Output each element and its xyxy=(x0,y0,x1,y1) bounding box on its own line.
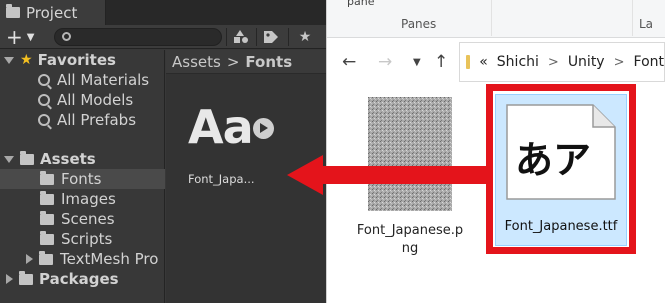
search-icon xyxy=(38,114,50,126)
expand-arrow-icon[interactable] xyxy=(6,274,13,284)
forward-arrow-icon[interactable]: → xyxy=(378,52,392,72)
folder-icon xyxy=(466,55,471,69)
packages-label: Packages xyxy=(39,270,119,288)
play-icon[interactable] xyxy=(253,118,274,139)
tab-project-label: Project xyxy=(26,3,78,22)
breadcrumb-separator: > xyxy=(226,52,240,71)
folder-icon xyxy=(40,210,54,225)
tree-item-label: Scenes xyxy=(61,210,115,228)
tree-favorite-item[interactable]: All Materials xyxy=(0,70,165,90)
up-arrow-icon[interactable]: ↑ xyxy=(434,52,448,72)
tree-item-scripts[interactable]: Scripts xyxy=(0,229,165,249)
tree-item-label: Fonts xyxy=(61,170,102,188)
folder-icon xyxy=(19,270,33,285)
folder-icon xyxy=(40,230,54,245)
star-icon: ★ xyxy=(20,52,33,68)
ribbon-group-label: Panes xyxy=(401,17,437,31)
expand-arrow-icon[interactable] xyxy=(4,56,14,64)
search-icon xyxy=(62,32,71,41)
search-icon xyxy=(38,94,50,106)
tree-packages[interactable]: Packages xyxy=(0,269,165,289)
favorite-item-label: All Materials xyxy=(57,71,150,89)
plus-icon: + xyxy=(6,25,23,49)
address-part-shichi[interactable]: Shichi xyxy=(497,54,539,70)
tree-assets[interactable]: Assets xyxy=(0,149,165,169)
ribbon-divider xyxy=(491,0,492,36)
png-file-name-line1: Font_Japanese.p xyxy=(356,223,464,238)
tree-item-label: Scripts xyxy=(61,230,113,248)
folder-tree: ★ Favorites All Materials All Models All… xyxy=(0,50,165,303)
ribbon: pane Panes La xyxy=(327,0,665,38)
drag-arrow-icon xyxy=(287,155,486,195)
tree-item-label: TextMesh Pro xyxy=(60,250,159,268)
favorites-label: Favorites xyxy=(37,51,116,69)
tree-item-label: Images xyxy=(61,190,116,208)
chevron-down-icon[interactable]: ▼ xyxy=(413,57,421,68)
expand-arrow-icon[interactable] xyxy=(26,254,33,264)
assets-label: Assets xyxy=(40,150,96,168)
folder-icon xyxy=(40,170,54,185)
search-icon xyxy=(38,74,50,86)
tab-project[interactable]: Project xyxy=(0,0,106,25)
breadcrumb-fonts[interactable]: Fonts xyxy=(245,53,292,71)
chevron-down-icon: ▼ xyxy=(26,32,35,43)
breadcrumb-assets[interactable]: Assets xyxy=(172,53,221,71)
favorite-item-label: All Models xyxy=(57,91,134,109)
tree-favorites[interactable]: ★ Favorites xyxy=(0,50,165,70)
folder-icon xyxy=(6,4,20,18)
toolbar-divider xyxy=(226,28,227,46)
ribbon-pane-text[interactable]: pane xyxy=(347,0,374,8)
ribbon-group-label: La xyxy=(639,17,654,31)
address-separator: > xyxy=(547,54,559,70)
search-by-type-icon[interactable] xyxy=(228,27,254,47)
tree-item-fonts[interactable]: Fonts xyxy=(0,169,165,189)
tree-favorite-item[interactable]: All Models xyxy=(0,90,165,110)
search-by-label-icon[interactable] xyxy=(258,27,284,47)
unity-project-window: Project + ▼ ★ ★ Favorites All Materials xyxy=(0,0,326,303)
font-asset-label: Font_Japa... xyxy=(188,172,255,186)
folder-icon xyxy=(40,190,54,205)
png-file-name-line2: ng xyxy=(401,241,419,256)
unity-tab-bar: Project xyxy=(0,0,326,25)
favorite-item-label: All Prefabs xyxy=(57,111,137,129)
highlight-frame xyxy=(486,84,636,254)
font-asset-tile[interactable]: Aa Font_Japa... xyxy=(180,100,290,200)
toolbar-divider xyxy=(256,28,257,46)
add-asset-button[interactable]: + ▼ xyxy=(3,26,43,48)
address-bar[interactable]: « Shichi > Unity > Font xyxy=(459,42,665,82)
tree-item-scenes[interactable]: Scenes xyxy=(0,209,165,229)
address-separator: > xyxy=(613,54,625,70)
toolbar-divider xyxy=(288,28,289,46)
folder-open-icon xyxy=(20,150,34,165)
back-arrow-icon[interactable]: ← xyxy=(342,52,356,72)
breadcrumb: Assets > Fonts xyxy=(166,50,326,74)
tree-item-textmesh-pro[interactable]: TextMesh Pro xyxy=(0,249,165,269)
search-input[interactable] xyxy=(54,28,222,46)
address-part-unity[interactable]: Unity xyxy=(568,54,605,70)
address-part-font[interactable]: Font xyxy=(634,54,664,70)
unity-toolbar: + ▼ ★ xyxy=(0,25,326,49)
png-file-label: Font_Japanese.p ng xyxy=(346,222,474,258)
font-asset-icon: Aa xyxy=(188,100,254,154)
folder-icon xyxy=(39,250,53,265)
address-overflow[interactable]: « xyxy=(479,54,488,70)
tree-item-images[interactable]: Images xyxy=(0,189,165,209)
tree-favorite-item[interactable]: All Prefabs xyxy=(0,110,165,130)
expand-arrow-icon[interactable] xyxy=(4,155,14,163)
favorites-star-icon[interactable]: ★ xyxy=(292,27,318,47)
ribbon-divider xyxy=(632,0,633,36)
